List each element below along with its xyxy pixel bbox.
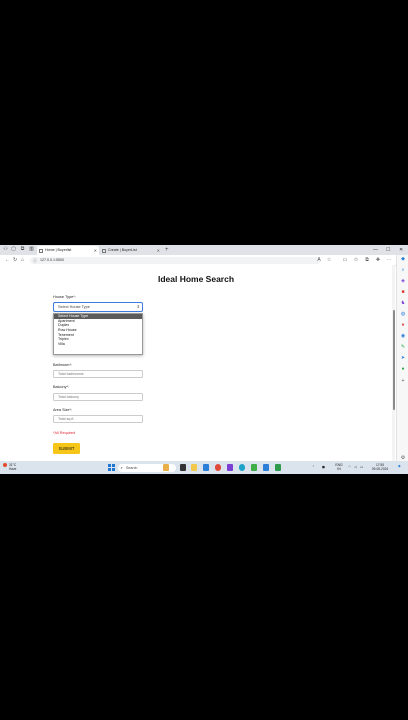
language-bottom: IN — [337, 467, 341, 471]
vscode-purple-icon[interactable] — [227, 464, 233, 471]
clock-date: 09-05-2024 — [371, 467, 389, 471]
page-content: Ideal Home Search House Type*: Select Ho… — [0, 265, 392, 465]
balcony-input[interactable]: Total balcony — [53, 393, 143, 401]
taskbar-search-placeholder: Search — [126, 465, 138, 470]
task-view-icon[interactable] — [180, 464, 186, 471]
tray-app-icon[interactable]: ◼ — [322, 465, 325, 469]
whatsapp-icon[interactable]: ● — [400, 366, 406, 372]
home-icon[interactable]: ⌂ — [21, 256, 24, 264]
excel-icon[interactable] — [275, 464, 281, 471]
search-magnifier-icon: ⌕ — [120, 464, 123, 470]
edge-sidebar: ◆ ⌕ ◈ ■ ♞ ◍ ● ◉ ✎ ➤ ● + ⚙ — [396, 255, 408, 465]
house-type-select[interactable]: Select House Type ⇕ — [53, 302, 143, 312]
extensions-icon[interactable]: ✚ — [375, 257, 381, 264]
required-note: *All Required — [53, 431, 76, 435]
clock-time: 17:55 — [376, 462, 384, 467]
tab-create-buyerlist[interactable]: Create | BuyerList ✕ — [100, 246, 162, 255]
more-menu-icon[interactable]: ⋯ — [386, 257, 392, 264]
copilot-icon[interactable]: ◆ — [400, 256, 406, 262]
battery-icon[interactable]: ▭ — [360, 465, 363, 469]
split-screen-icon[interactable]: ▭ — [342, 257, 348, 264]
url-bar[interactable]: ⓘ 127.0.0.1:5500 — [30, 256, 320, 264]
shopping-icon[interactable]: ◈ — [400, 278, 406, 284]
workspaces-icon[interactable]: ▢ — [11, 247, 16, 252]
designer-icon[interactable]: ✎ — [400, 344, 406, 350]
drop-icon[interactable]: ◉ — [400, 333, 406, 339]
outlook-icon[interactable]: ● — [400, 322, 406, 328]
page-favicon-icon — [102, 248, 106, 253]
page-scrollbar[interactable] — [392, 265, 395, 465]
refresh-icon[interactable]: ↻ — [13, 256, 17, 264]
scrollbar-thumb[interactable] — [392, 310, 395, 410]
microsoft-365-icon[interactable]: ◍ — [400, 311, 406, 317]
bathroom-input[interactable]: Total bathrooms — [53, 370, 143, 378]
favorites-icon[interactable]: ✩ — [353, 257, 359, 264]
tab-actions-icon[interactable]: ⧉ — [20, 247, 25, 252]
vertical-tabs-icon[interactable]: ▥ — [29, 247, 34, 252]
tab-label: Home | Buyerlist — [45, 248, 72, 252]
submit-button[interactable]: SUBMIT — [53, 443, 80, 454]
tools-icon[interactable]: ■ — [400, 289, 406, 295]
url-text: 127.0.0.1:5500 — [40, 257, 64, 262]
chrome-icon[interactable] — [215, 464, 221, 471]
read-aloud-icon[interactable]: A — [316, 257, 322, 264]
maximize-button[interactable]: ☐ — [386, 246, 390, 254]
close-window-button[interactable]: ✕ — [399, 246, 403, 254]
tab-label: Create | BuyerList — [108, 248, 137, 252]
browser-tab-bar: ⚇ ▢ ⧉ ▥ Home | Buyerlist ✕ Create | Buye… — [0, 245, 408, 255]
weather-widget[interactable]: 31°C Haze — [3, 463, 16, 471]
minimize-button[interactable]: — — [373, 246, 378, 254]
bathroom-label: Bathroom*: — [53, 363, 72, 367]
language-indicator[interactable]: ENG IN — [333, 463, 345, 471]
page-title: Ideal Home Search — [157, 274, 235, 284]
house-type-selected: Select House Type — [58, 305, 90, 309]
vscode-icon[interactable] — [263, 464, 269, 471]
add-sidebar-app-icon[interactable]: + — [400, 378, 406, 384]
edge-icon[interactable] — [239, 464, 245, 471]
games-icon[interactable]: ♞ — [400, 300, 406, 306]
search-highlight-icon — [163, 464, 169, 471]
close-tab-icon[interactable]: ✕ — [157, 246, 160, 255]
weather-desc: Haze — [9, 467, 17, 472]
file-explorer-icon[interactable] — [191, 464, 197, 471]
windows-start-icon[interactable] — [108, 464, 115, 471]
telegram-icon[interactable]: ➤ — [400, 355, 406, 361]
select-arrows-icon: ⇕ — [136, 304, 140, 309]
site-info-icon[interactable]: ⓘ — [33, 257, 37, 264]
area-size-input[interactable]: Total sq.ft. — [53, 415, 143, 423]
back-icon[interactable]: ← — [5, 256, 10, 264]
tray-overflow-icon[interactable]: ⌃ — [312, 465, 315, 469]
mail-app-icon[interactable] — [203, 464, 209, 471]
copilot-taskbar-icon[interactable]: ◆ — [398, 464, 401, 468]
page-favicon-icon — [39, 248, 43, 253]
new-tab-icon[interactable]: + — [165, 246, 169, 254]
area-size-label: Area Size*: — [53, 408, 72, 412]
house-type-dropdown: Select House Type Apartment Duplex Row H… — [53, 313, 143, 355]
balcony-label: Balcony*: — [53, 385, 70, 389]
tab-home-buyerlist[interactable]: Home | Buyerlist ✕ — [37, 246, 99, 255]
windows-taskbar: 31°C Haze ⌕ Search ⌃ ◼ ENG IN ◠ ◁ ▭ 17:5… — [0, 461, 408, 474]
close-tab-icon[interactable]: ✕ — [94, 246, 97, 255]
house-type-label: House Type*: — [53, 295, 76, 299]
search-icon[interactable]: ⌕ — [400, 267, 406, 273]
favorite-star-icon[interactable]: ☆ — [326, 257, 332, 264]
collections-icon[interactable]: ⧉ — [364, 257, 370, 264]
wifi-icon[interactable]: ◠ — [348, 465, 351, 469]
option-villa[interactable]: Villa — [54, 342, 142, 347]
green-app-icon[interactable] — [251, 464, 257, 471]
profile-icon[interactable]: ⚇ — [3, 247, 8, 252]
clock[interactable]: 17:55 09-05-2024 — [366, 463, 394, 472]
volume-icon[interactable]: ◁ — [354, 465, 357, 469]
screen: ⚇ ▢ ⧉ ▥ Home | Buyerlist ✕ Create | Buye… — [0, 245, 408, 474]
